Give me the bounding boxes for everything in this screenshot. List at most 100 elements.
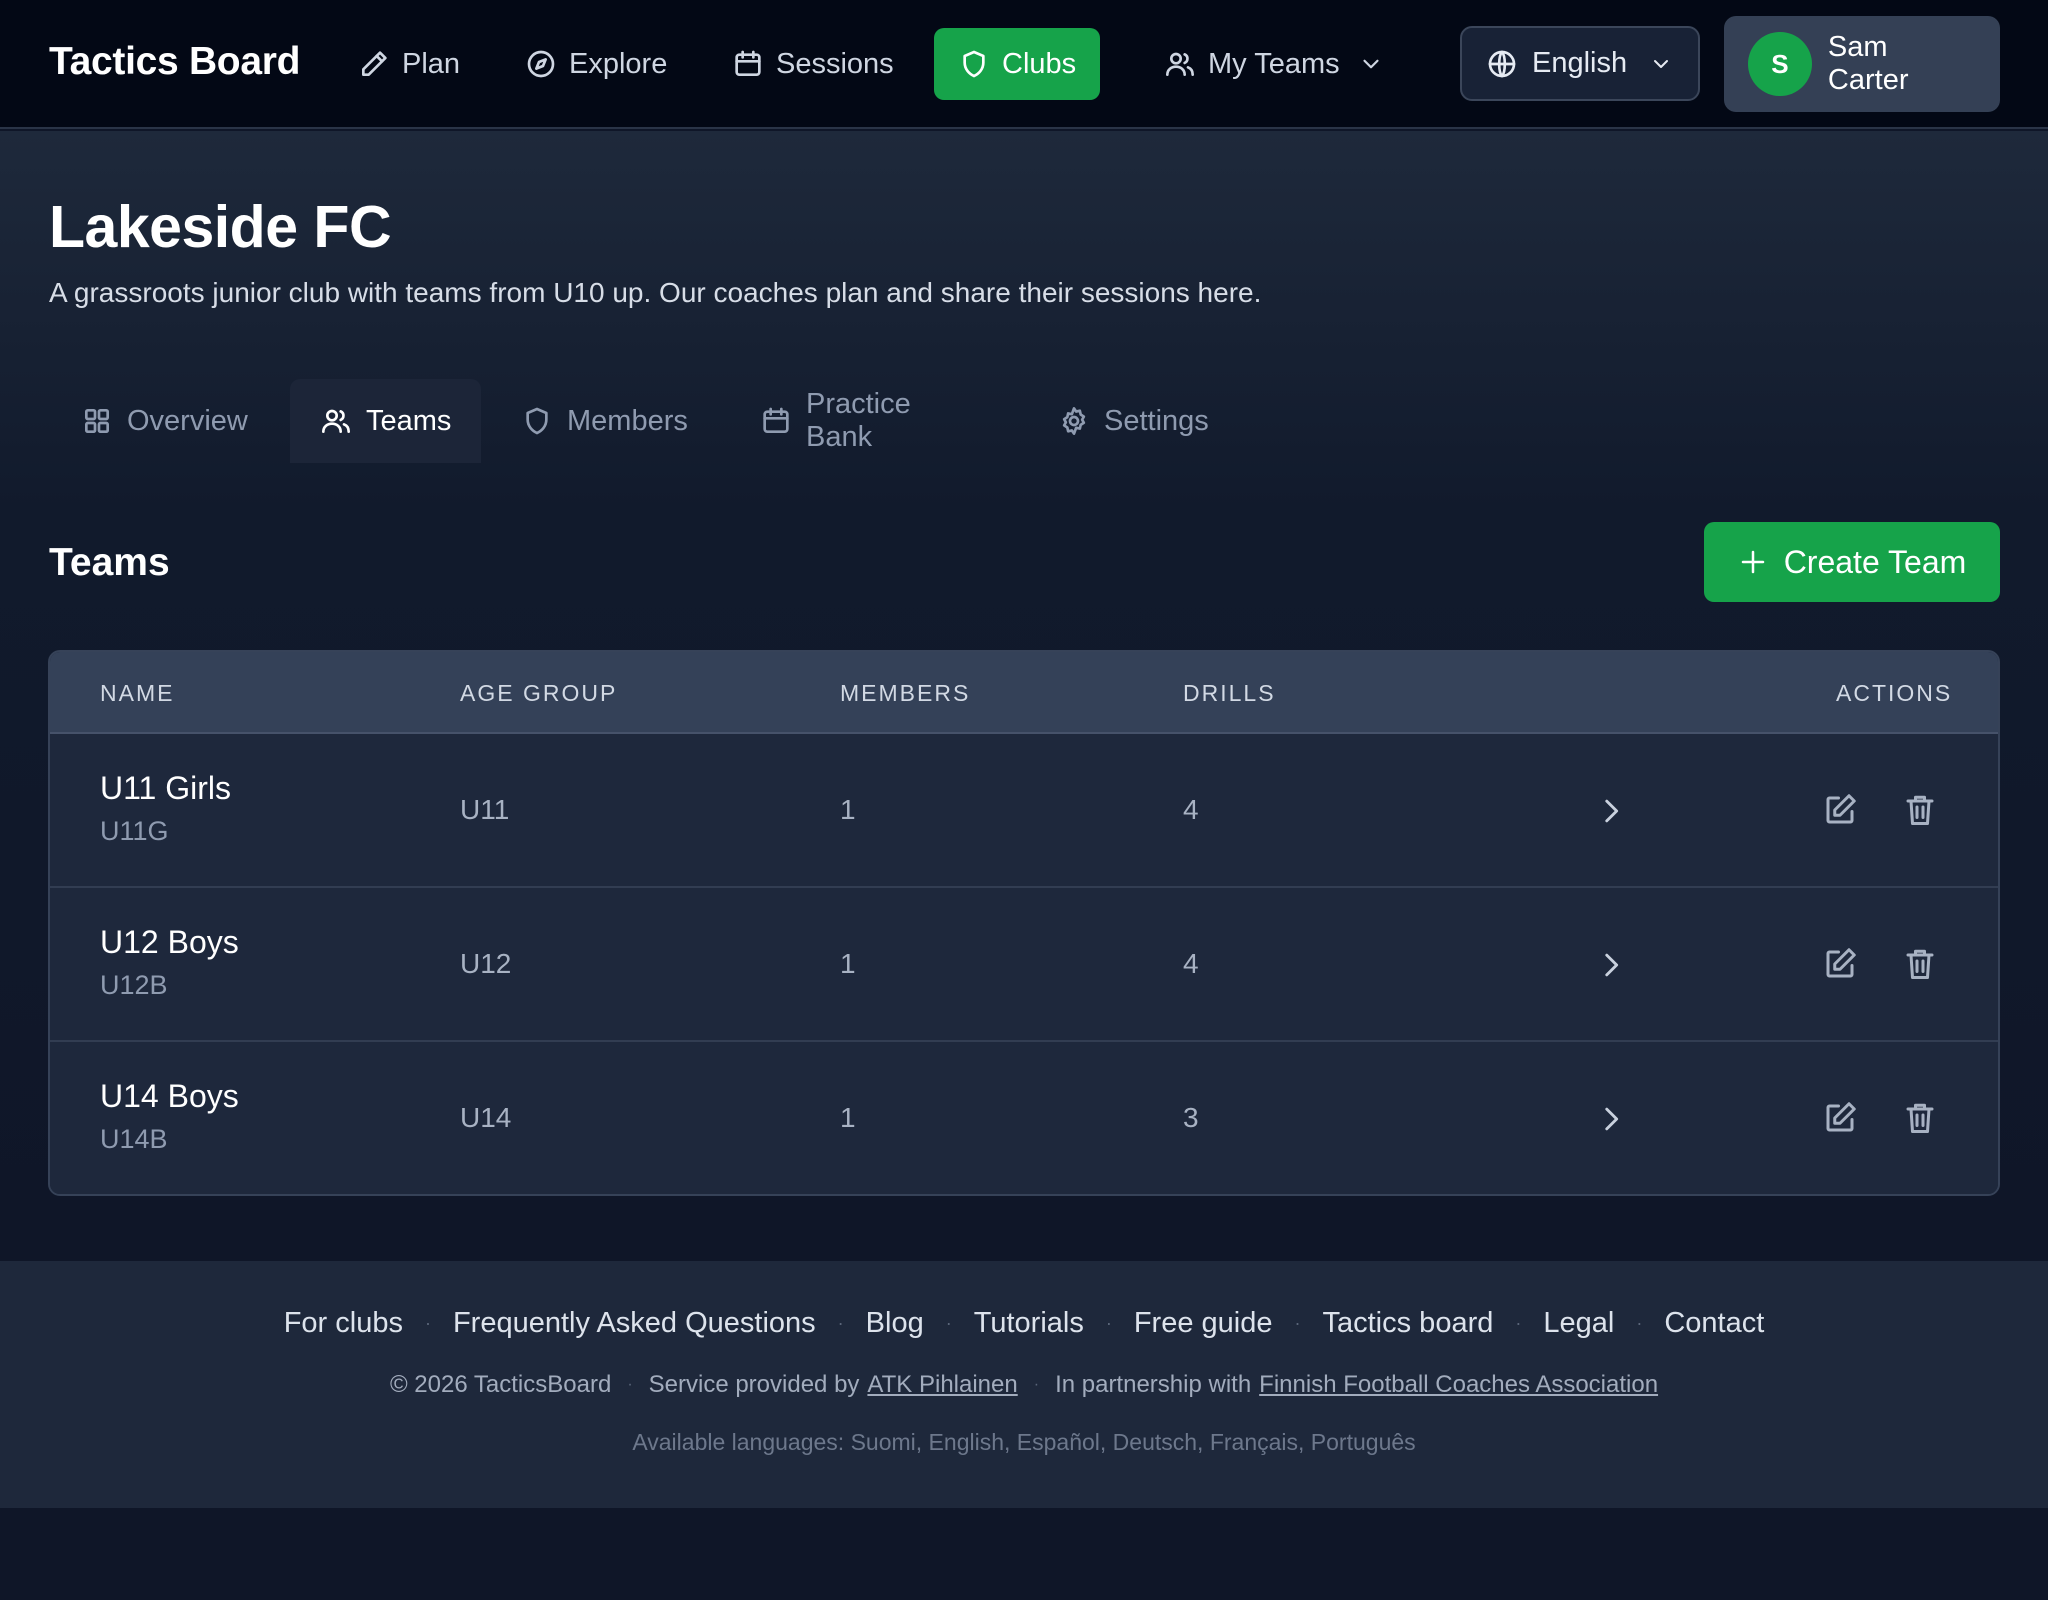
top-nav-bar: Tactics Board Plan Explore Sessions Club…	[0, 0, 2048, 129]
tab-settings-label: Settings	[1104, 404, 1209, 437]
team-age-group: U12	[460, 948, 512, 979]
page-title: Lakeside FC	[49, 194, 392, 260]
team-code: U12B	[100, 970, 168, 1000]
footer-link-legal[interactable]: Legal	[1543, 1307, 1614, 1340]
page-bottom	[0, 1508, 2048, 1600]
create-team-label: Create Team	[1783, 543, 1967, 580]
chevron-right-icon[interactable]	[1594, 1102, 1628, 1136]
team-members-count: 1	[840, 1102, 856, 1133]
footer-link-tactics-board[interactable]: Tactics board	[1323, 1307, 1494, 1340]
chevron-right-icon[interactable]	[1594, 794, 1628, 828]
team-code: U11G	[100, 816, 169, 846]
calendar-icon	[760, 405, 792, 437]
table-row[interactable]: U11 Girls U11G U11 1 4	[50, 734, 1998, 888]
team-drills-count: 4	[1183, 948, 1199, 979]
separator-dot: ·	[424, 1313, 431, 1333]
section-title: Teams	[49, 541, 170, 584]
tab-overview[interactable]: Overview	[81, 379, 248, 463]
service-provider-link[interactable]: ATK Pihlainen	[867, 1371, 1017, 1399]
globe-icon	[1486, 48, 1518, 80]
team-name[interactable]: U12 Boys	[100, 924, 239, 961]
service-prefix: Service provided by	[648, 1371, 860, 1398]
team-members-count: 1	[840, 794, 856, 825]
separator-dot: ·	[1105, 1313, 1112, 1333]
tab-practice-bank[interactable]: Practice Bank	[760, 379, 911, 463]
chevron-down-icon	[1358, 51, 1384, 77]
trash-icon[interactable]	[1902, 946, 1938, 982]
nav-explore[interactable]: Explore	[525, 28, 667, 100]
edit-icon[interactable]	[1822, 792, 1858, 828]
team-members-count: 1	[840, 948, 856, 979]
nav-sessions-label: Sessions	[776, 47, 894, 80]
separator-dot: ·	[1294, 1313, 1301, 1333]
plus-icon	[1738, 547, 1768, 577]
users-icon	[1164, 48, 1196, 80]
tab-settings[interactable]: Settings	[1058, 379, 1209, 463]
user-name: Sam Carter	[1827, 31, 1909, 96]
footer-link-tutorials[interactable]: Tutorials	[974, 1307, 1084, 1340]
users-icon	[320, 405, 352, 437]
nav-sessions[interactable]: Sessions	[732, 28, 894, 100]
column-header-name: NAME	[100, 680, 175, 706]
chevron-right-icon[interactable]	[1594, 948, 1628, 982]
separator-dot: ·	[1515, 1313, 1522, 1333]
footer-links: For clubs · Frequently Asked Questions ·…	[0, 1307, 2048, 1340]
separator-dot: ·	[627, 1376, 633, 1393]
footer-link-contact[interactable]: Contact	[1664, 1307, 1764, 1340]
user-menu[interactable]: S Sam Carter	[1724, 16, 2000, 112]
language-selector[interactable]: English	[1460, 26, 1700, 101]
team-name[interactable]: U14 Boys	[100, 1078, 239, 1115]
nav-clubs[interactable]: Clubs	[934, 28, 1101, 100]
teams-table: NAME AGE GROUP MEMBERS DRILLS ACTIONS U1…	[48, 650, 2000, 1196]
nav-clubs-label: Clubs	[1002, 47, 1077, 80]
brand-logo[interactable]: Tactics Board	[49, 40, 300, 84]
nav-my-teams-label: My Teams	[1208, 47, 1340, 80]
nav-plan[interactable]: Plan	[358, 28, 460, 100]
grid-icon	[81, 405, 113, 437]
table-row[interactable]: U12 Boys U12B U12 1 4	[50, 888, 1998, 1042]
separator-dot: ·	[1033, 1376, 1040, 1393]
footer-link-for-clubs[interactable]: For clubs	[284, 1307, 403, 1340]
edit-icon[interactable]	[1822, 946, 1858, 982]
column-header-age-group: AGE GROUP	[460, 680, 618, 706]
team-drills-count: 3	[1183, 1102, 1199, 1133]
compass-icon	[525, 48, 557, 80]
partner-link[interactable]: Finnish Football Coaches Association	[1259, 1371, 1658, 1399]
trash-icon[interactable]	[1902, 1100, 1938, 1136]
nav-my-teams[interactable]: My Teams	[1164, 28, 1384, 100]
copyright: © 2026 TacticsBoard	[389, 1371, 612, 1398]
footer: For clubs · Frequently Asked Questions ·…	[0, 1261, 2048, 1508]
available-languages: Available languages: Suomi, English, Esp…	[632, 1429, 1416, 1455]
team-age-group: U14	[460, 1102, 512, 1133]
partner-prefix: In partnership with	[1055, 1371, 1252, 1398]
separator-dot: ·	[945, 1313, 952, 1333]
gear-icon	[1058, 405, 1090, 437]
shield-icon	[958, 48, 990, 80]
tab-members[interactable]: Members	[521, 379, 688, 463]
table-header: NAME AGE GROUP MEMBERS DRILLS ACTIONS	[50, 652, 1998, 734]
language-label: English	[1532, 47, 1628, 79]
tab-members-label: Members	[567, 404, 688, 437]
club-page: Lakeside FC A grassroots junior club wit…	[0, 131, 2048, 1261]
column-header-actions: ACTIONS	[1836, 680, 1953, 706]
separator-dot: ·	[1636, 1313, 1643, 1333]
tab-teams[interactable]: Teams	[290, 379, 482, 463]
chevron-down-icon	[1649, 52, 1673, 76]
separator-dot: ·	[837, 1313, 844, 1333]
team-drills-count: 4	[1183, 794, 1199, 825]
column-header-drills: DRILLS	[1183, 680, 1276, 706]
footer-meta: © 2026 TacticsBoard · Service provided b…	[0, 1371, 2048, 1399]
team-code: U14B	[100, 1124, 168, 1154]
create-team-button[interactable]: Create Team	[1704, 522, 2000, 602]
column-header-members: MEMBERS	[840, 680, 971, 706]
team-age-group: U11	[460, 794, 510, 825]
footer-link-blog[interactable]: Blog	[866, 1307, 924, 1340]
tab-practice-bank-label: Practice Bank	[806, 388, 911, 453]
avatar: S	[1748, 32, 1812, 96]
table-row[interactable]: U14 Boys U14B U14 1 3	[50, 1042, 1998, 1194]
edit-icon[interactable]	[1822, 1100, 1858, 1136]
footer-link-free-guide[interactable]: Free guide	[1134, 1307, 1273, 1340]
team-name[interactable]: U11 Girls	[100, 770, 231, 807]
trash-icon[interactable]	[1902, 792, 1938, 828]
footer-link-faq[interactable]: Frequently Asked Questions	[453, 1307, 816, 1340]
